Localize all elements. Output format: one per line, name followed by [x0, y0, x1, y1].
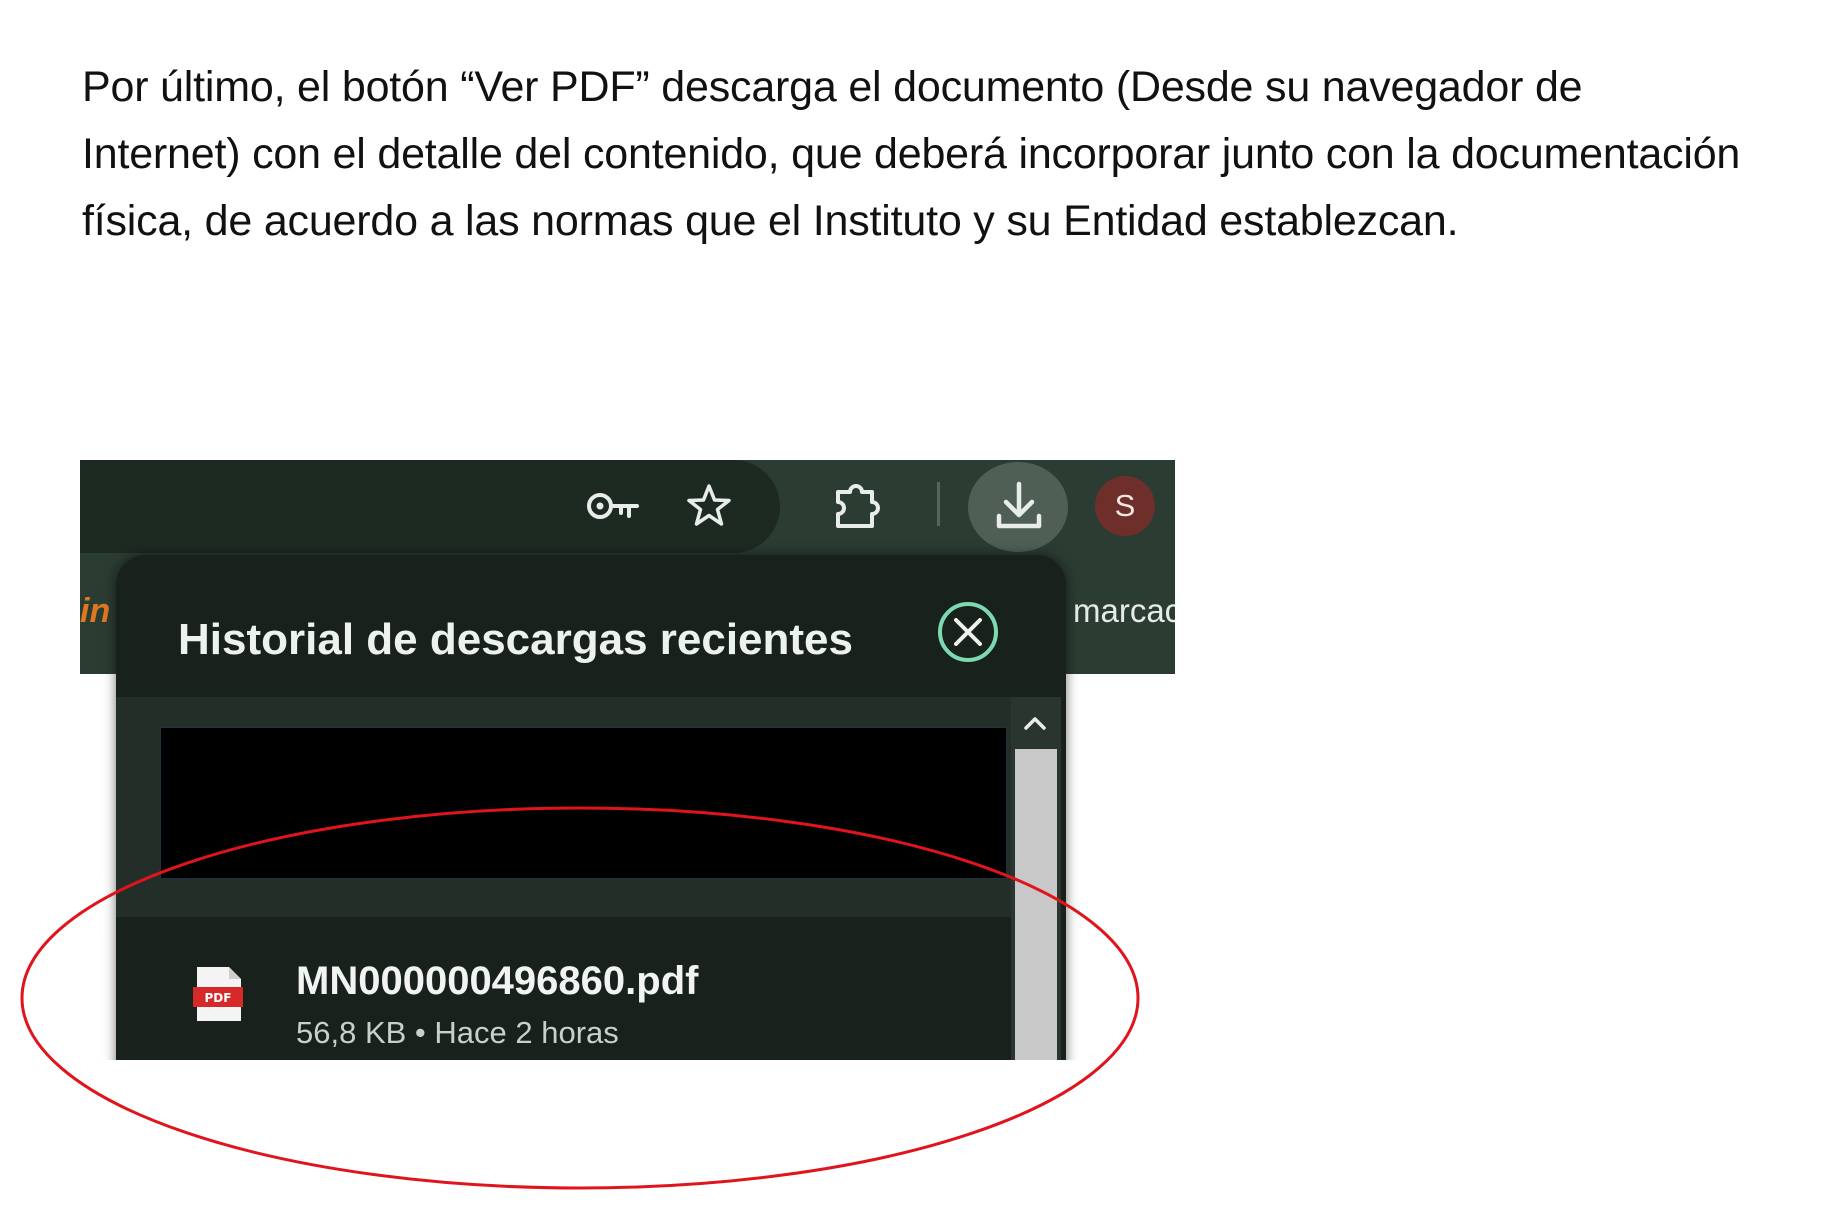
- downloads-button[interactable]: [968, 462, 1068, 552]
- bookmark-favicon[interactable]: in: [80, 592, 110, 631]
- download-file-meta: 56,8 KB • Hace 2 horas: [296, 1015, 619, 1050]
- redacted-download-item: [160, 727, 1007, 879]
- browser-toolbar: S: [80, 460, 1175, 558]
- close-icon[interactable]: [936, 600, 1000, 664]
- scrollbar[interactable]: [1011, 697, 1061, 1060]
- panel-title: Historial de descargas recientes: [178, 615, 853, 664]
- star-icon[interactable]: [685, 482, 733, 530]
- key-icon[interactable]: [585, 484, 641, 528]
- download-file-name[interactable]: MN000000496860.pdf: [296, 959, 698, 1004]
- profile-avatar[interactable]: S: [1095, 476, 1155, 536]
- scroll-thumb[interactable]: [1015, 749, 1057, 1060]
- bookmark-label[interactable]: marcac: [1073, 592, 1175, 630]
- puzzle-icon[interactable]: [832, 480, 886, 532]
- download-icon: [996, 481, 1042, 529]
- chevron-up-icon[interactable]: [1013, 701, 1057, 745]
- browser-screenshot: S in marcac Historial de descargas recie…: [80, 460, 1175, 1060]
- instruction-paragraph: Por último, el botón “Ver PDF” descarga …: [82, 63, 1741, 245]
- toolbar-separator: [937, 482, 940, 526]
- download-item[interactable]: PDF MN000000496860.pdf 56,8 KB • Hace 2 …: [116, 917, 1011, 1060]
- downloads-panel: Historial de descargas recientes PDF MN0…: [116, 555, 1066, 1060]
- pdf-file-icon: PDF: [193, 967, 243, 1021]
- pdf-icon-label: PDF: [205, 991, 232, 1005]
- download-list: [116, 697, 1011, 917]
- address-bar[interactable]: [80, 460, 780, 553]
